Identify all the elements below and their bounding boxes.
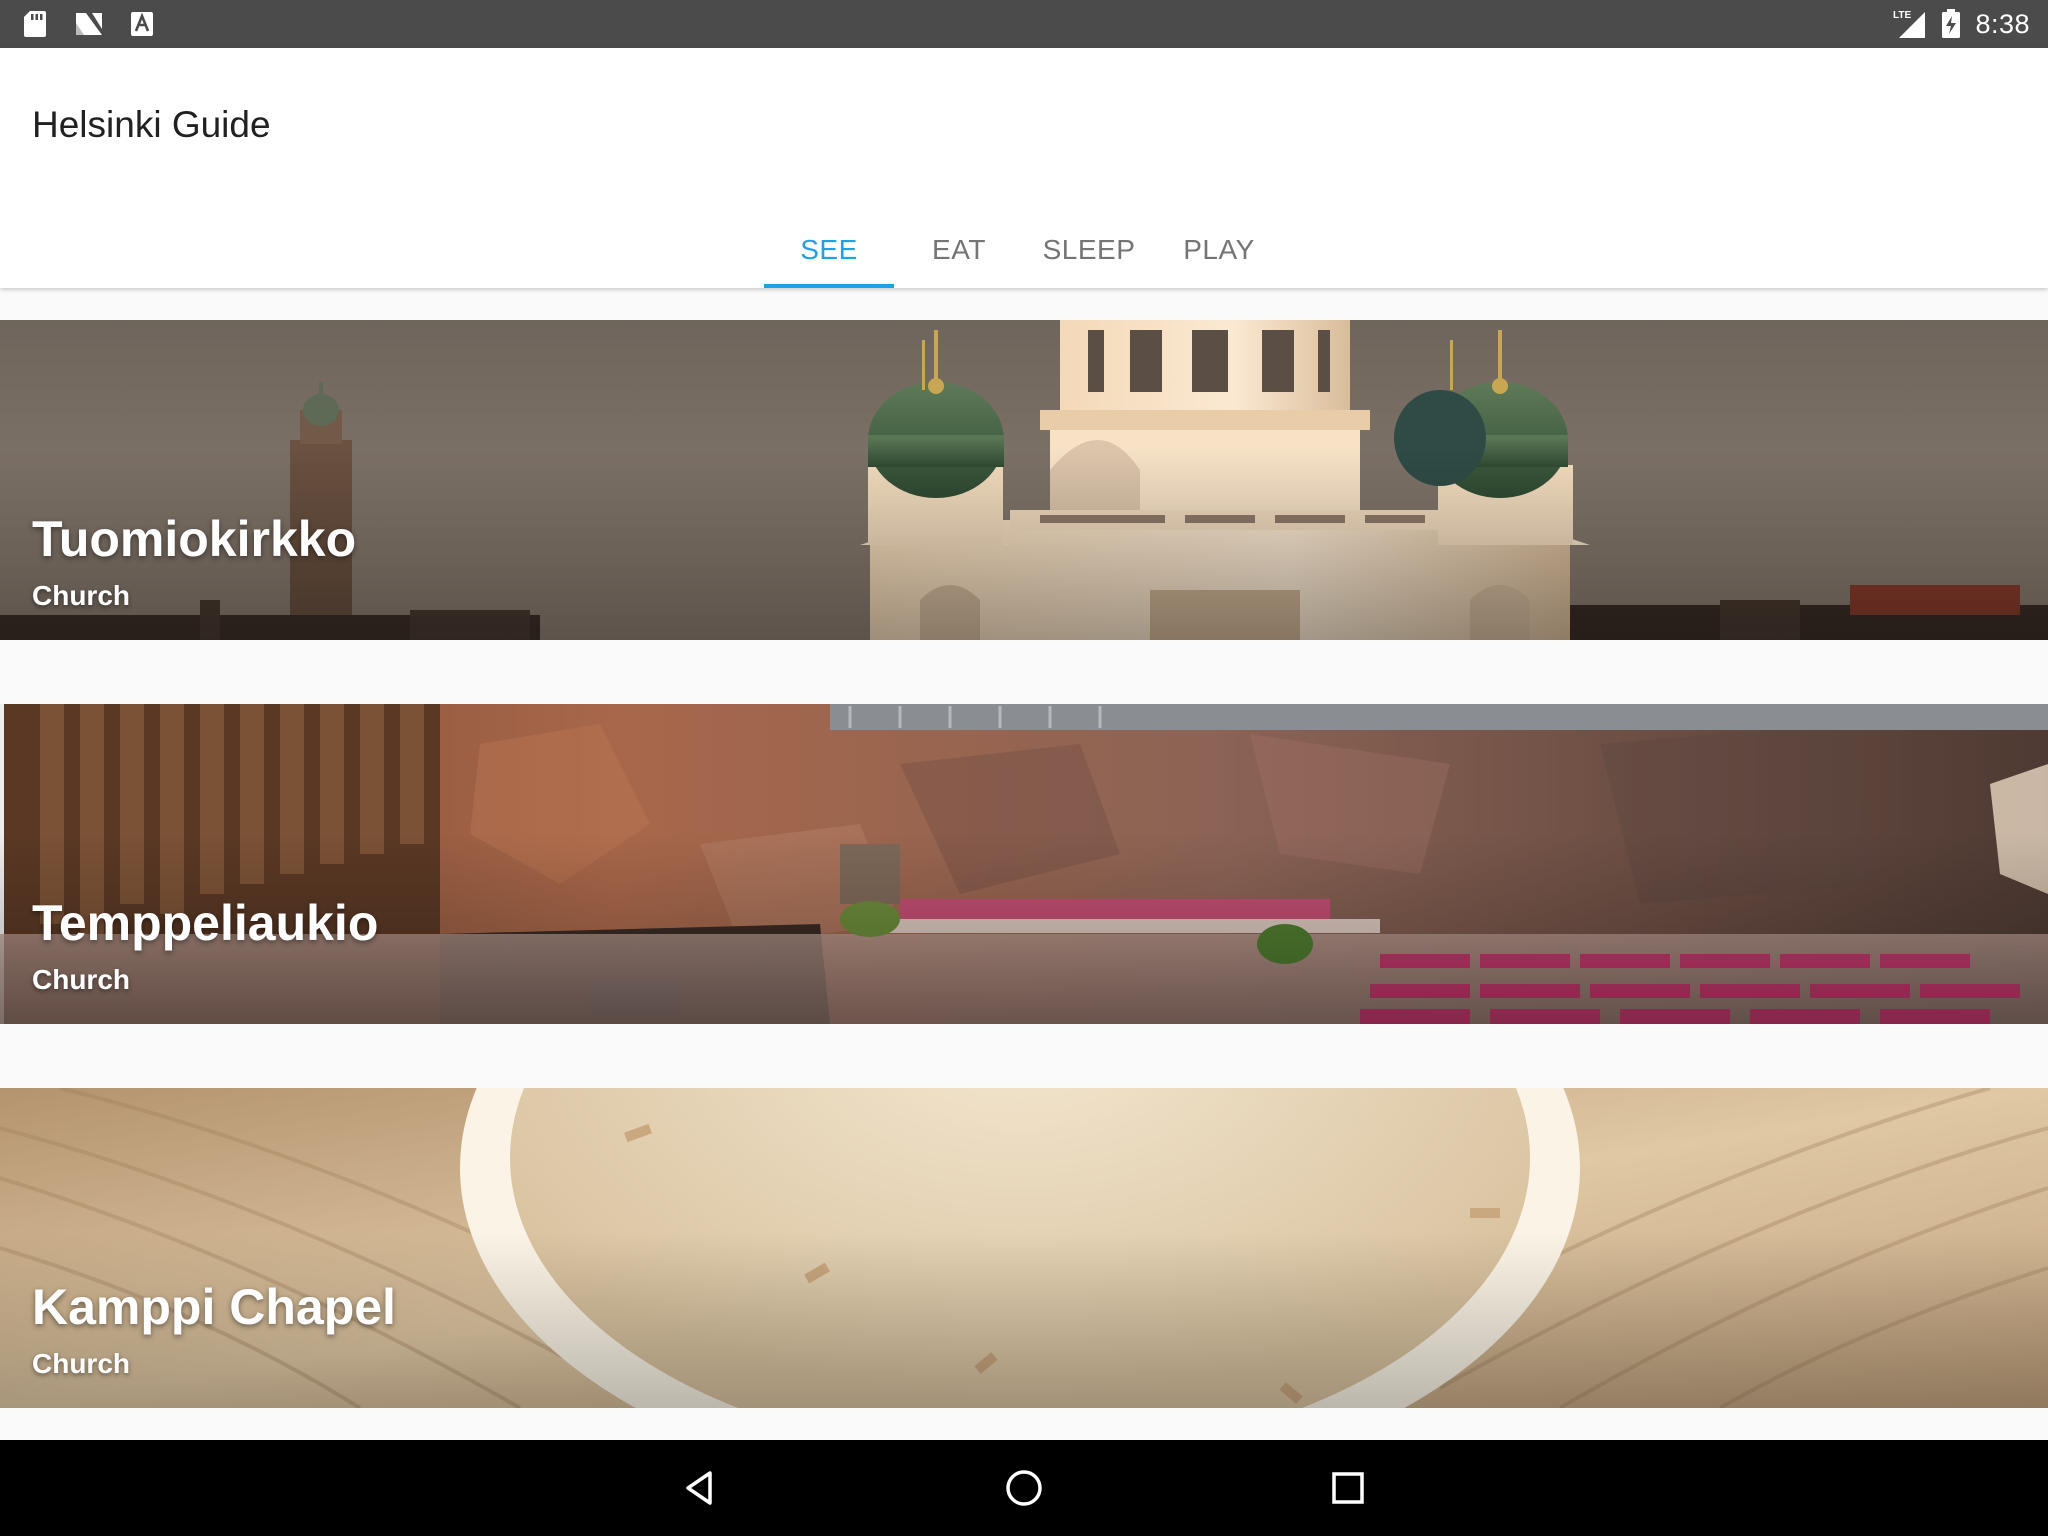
clock: 8:38 — [1975, 8, 2030, 39]
battery-charging-icon — [1941, 9, 1961, 39]
place-name: Temppeliaukio — [32, 895, 379, 951]
lte-signal-icon: LTE — [1893, 8, 1927, 40]
tab-see[interactable]: SEE — [764, 206, 894, 288]
home-icon[interactable] — [976, 1440, 1072, 1536]
tab-see-label: SEE — [800, 234, 858, 265]
navigation-bar — [0, 1440, 2048, 1536]
app-bar: Helsinki Guide SEE EAT SLEEP PLAY — [0, 48, 2048, 288]
back-icon[interactable] — [652, 1440, 748, 1536]
status-bar: LTE 8:38 — [0, 0, 2048, 48]
place-card-temppeliaukio[interactable]: Temppeliaukio Church — [0, 704, 2048, 1024]
status-left-icons — [22, 0, 154, 48]
sd-card-icon — [22, 9, 48, 39]
app-title: Helsinki Guide — [32, 104, 271, 145]
tab-play[interactable]: PLAY — [1154, 206, 1284, 288]
place-category: Church — [32, 964, 130, 995]
place-name: Kamppi Chapel — [32, 1279, 396, 1335]
place-card-kamppi-chapel[interactable]: Kamppi Chapel Church — [0, 1088, 2048, 1408]
place-category: Church — [32, 1348, 130, 1379]
tab-eat[interactable]: EAT — [894, 206, 1024, 288]
tab-sleep-label: SLEEP — [1042, 234, 1136, 265]
place-name: Tuomiokirkko — [32, 511, 357, 567]
tab-play-label: PLAY — [1183, 234, 1255, 265]
tab-sleep[interactable]: SLEEP — [1024, 206, 1154, 288]
a-badge-icon — [130, 11, 154, 37]
tab-eat-label: EAT — [932, 234, 986, 265]
tab-bar: SEE EAT SLEEP PLAY — [764, 206, 1284, 288]
cathedral-photo — [0, 320, 2048, 640]
n-logo-icon — [74, 11, 104, 37]
place-category: Church — [32, 580, 130, 611]
place-card-tuomiokirkko[interactable]: Tuomiokirkko Church — [0, 320, 2048, 640]
rock-church-photo — [0, 704, 2048, 1024]
recents-icon[interactable] — [1300, 1440, 1396, 1536]
status-right-icons: LTE 8:38 — [1893, 0, 2030, 48]
network-label: LTE — [1893, 10, 1911, 21]
wooden-chapel-photo — [0, 1088, 2048, 1408]
